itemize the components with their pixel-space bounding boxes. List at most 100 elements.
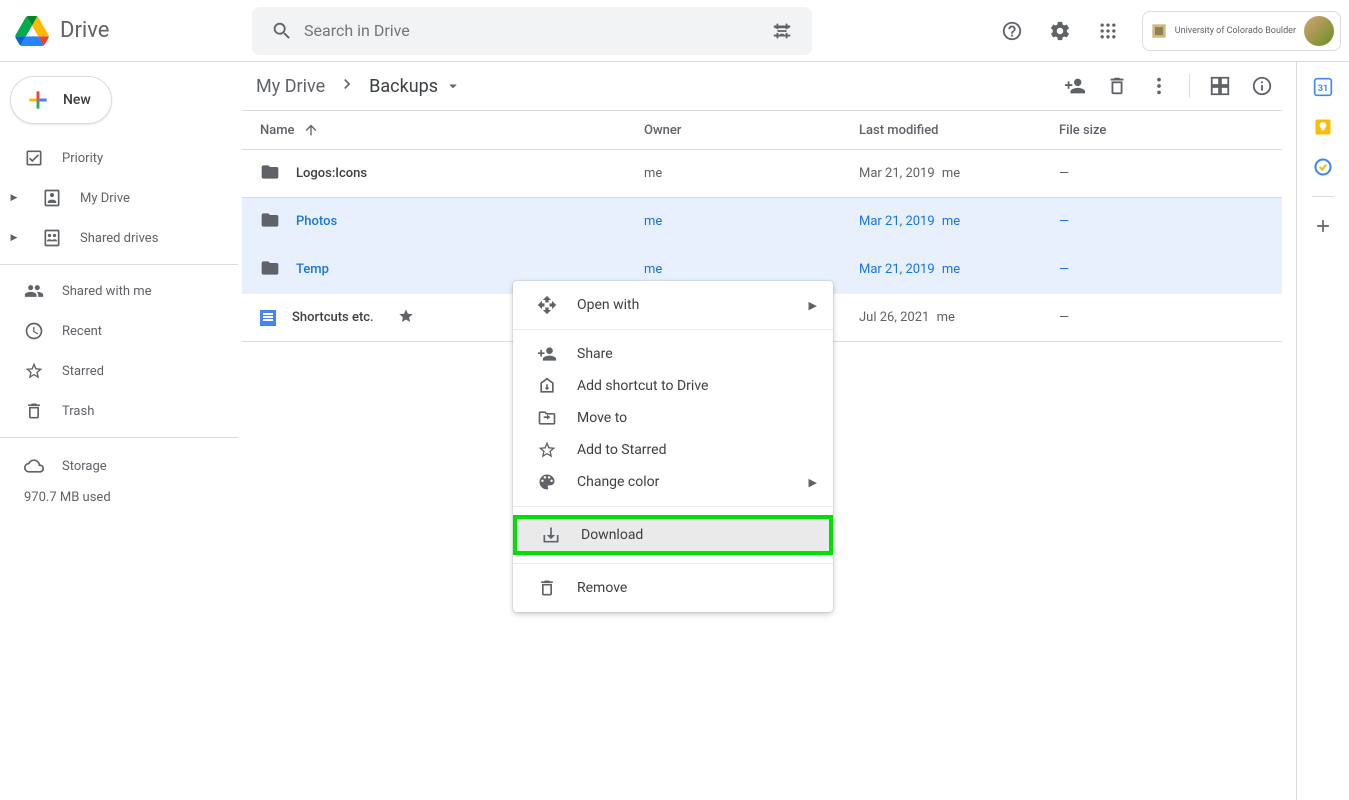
calendar-app-icon[interactable]: 31 [1312, 76, 1334, 98]
table-row[interactable]: Photos meMar 21, 2019 me— [242, 198, 1282, 246]
chevron-right-icon: ▶ [4, 233, 24, 243]
move-icon [537, 408, 557, 428]
ctx-move[interactable]: Move to [513, 402, 833, 434]
sidebar-item-recent[interactable]: Recent [0, 311, 224, 351]
sidebar-item-trash[interactable]: Trash [0, 391, 224, 431]
sidebar-item-mydrive[interactable]: ▶ My Drive [0, 178, 224, 218]
file-icon [260, 258, 280, 282]
sidebar-label: My Drive [80, 191, 130, 206]
storage-label: Storage [62, 459, 107, 474]
share-action-icon[interactable] [1055, 66, 1095, 106]
keep-app-icon[interactable] [1312, 116, 1334, 138]
delete-action-icon[interactable] [1097, 66, 1137, 106]
help-icon[interactable] [990, 9, 1034, 53]
file-icon [260, 310, 276, 326]
sidebar-label: Starred [62, 364, 104, 379]
col-header-modified[interactable]: Last modified [859, 123, 939, 138]
mydrive-icon [42, 188, 62, 208]
modified-cell: Jul 26, 2021 me [859, 310, 1059, 325]
breadcrumb-root[interactable]: My Drive [248, 72, 333, 101]
sidebar-item-starred[interactable]: Starred [0, 351, 224, 391]
star-icon [24, 361, 44, 381]
svg-text:31: 31 [1318, 84, 1329, 94]
trash-icon [537, 578, 557, 598]
shortcut-icon [537, 376, 557, 396]
apps-icon[interactable] [1086, 9, 1130, 53]
palette-icon [537, 472, 557, 492]
modified-cell: Mar 21, 2019 me [859, 214, 1059, 229]
breadcrumb-current[interactable]: Backups [361, 72, 470, 101]
settings-icon[interactable] [1038, 9, 1082, 53]
file-icon [260, 162, 280, 186]
sidebar-label: Recent [62, 324, 102, 339]
owner-cell: me [644, 214, 859, 229]
sidebar-item-shared-with-me[interactable]: Shared with me [0, 271, 224, 311]
file-name: Logos:Icons [296, 166, 367, 181]
account-chip[interactable]: University of Colorado Boulder [1142, 11, 1341, 51]
priority-icon [24, 148, 44, 168]
owner-cell: me [644, 166, 859, 181]
col-header-owner[interactable]: Owner [644, 123, 681, 138]
ctx-share[interactable]: Share [513, 338, 833, 370]
size-cell: — [1059, 214, 1282, 229]
search-box[interactable] [252, 7, 812, 55]
size-cell: — [1059, 310, 1282, 325]
search-input[interactable] [304, 21, 760, 40]
org-name: University of Colorado Boulder [1175, 26, 1296, 36]
chevron-right-icon: ▶ [809, 476, 817, 489]
owner-cell: me [644, 262, 859, 277]
chevron-right-icon [333, 74, 361, 98]
sidebar-item-priority[interactable]: Priority [0, 138, 224, 178]
size-cell: — [1059, 262, 1282, 277]
chevron-right-icon: ▶ [4, 193, 24, 203]
new-button[interactable]: New [10, 76, 112, 124]
more-actions-icon[interactable] [1139, 66, 1179, 106]
ctx-shortcut[interactable]: Add shortcut to Drive [513, 370, 833, 402]
ctx-open-with[interactable]: Open with ▶ [513, 289, 833, 321]
sidebar-label: Shared with me [62, 284, 152, 299]
grid-view-icon[interactable] [1200, 66, 1240, 106]
sidebar-label: Trash [62, 404, 94, 419]
clock-icon [24, 321, 44, 341]
avatar [1304, 16, 1334, 46]
info-icon[interactable] [1242, 66, 1282, 106]
size-cell: — [1059, 166, 1282, 181]
trash-icon [24, 401, 44, 421]
person-add-icon [537, 344, 557, 364]
file-icon [260, 210, 280, 234]
context-menu: Open with ▶ Share Add shortcut to Drive … [513, 281, 833, 612]
ctx-download[interactable]: Download [517, 519, 829, 551]
search-icon [260, 20, 304, 42]
star-icon [537, 440, 557, 460]
people-icon [24, 281, 44, 301]
open-with-icon [537, 295, 557, 315]
dropdown-icon [444, 77, 462, 95]
ctx-color[interactable]: Change color ▶ [513, 466, 833, 498]
ctx-star[interactable]: Add to Starred [513, 434, 833, 466]
tasks-app-icon[interactable] [1312, 156, 1334, 178]
star-icon [398, 308, 414, 328]
file-name: Photos [296, 214, 337, 229]
modified-cell: Mar 21, 2019 me [859, 166, 1059, 181]
cloud-icon [24, 456, 44, 476]
product-name: Drive [60, 18, 109, 43]
sidebar-label: Priority [62, 151, 103, 166]
table-row[interactable]: Logos:Icons meMar 21, 2019 me— [242, 150, 1282, 198]
sidebar-item-shared-drives[interactable]: ▶ Shared drives [0, 218, 224, 258]
col-header-size[interactable]: File size [1059, 123, 1106, 138]
file-name: Temp [296, 262, 329, 277]
sidebar-item-storage[interactable]: Storage [24, 456, 238, 490]
shared-drives-icon [42, 228, 62, 248]
file-name: Shortcuts etc. [292, 310, 374, 325]
search-options-icon[interactable] [760, 20, 804, 42]
chevron-right-icon: ▶ [809, 299, 817, 312]
new-label: New [63, 92, 91, 108]
drive-logo[interactable] [12, 11, 52, 51]
sidebar-label: Shared drives [80, 231, 158, 246]
col-header-name[interactable]: Name [260, 123, 295, 138]
add-app-icon[interactable] [1312, 215, 1334, 237]
modified-cell: Mar 21, 2019 me [859, 262, 1059, 277]
sort-up-icon[interactable] [303, 122, 319, 138]
ctx-remove[interactable]: Remove [513, 572, 833, 604]
storage-used: 970.7 MB used [24, 490, 238, 505]
